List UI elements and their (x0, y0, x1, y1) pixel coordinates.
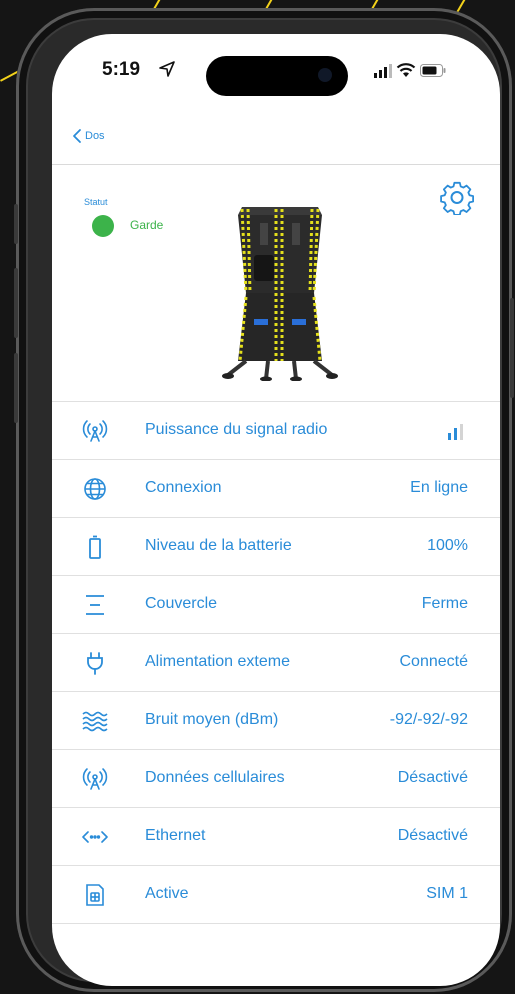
signal-strength-bars (448, 424, 463, 440)
plug-icon (82, 651, 108, 675)
globe-icon (82, 477, 108, 501)
device-header: Statut Garde (52, 165, 500, 401)
row-radio-signal: Puissance du signal radio (52, 402, 500, 460)
location-arrow-icon (159, 61, 175, 77)
row-sim: Active SIM 1 (52, 866, 500, 924)
status-list: Puissance du signal radio Connexion En l… (52, 401, 500, 924)
row-label: Couvercle (145, 595, 218, 612)
device-image (222, 207, 338, 381)
row-value: 100% (427, 537, 468, 554)
side-button (14, 204, 18, 244)
status-bar: 5:19 (52, 34, 500, 114)
waves-icon (82, 709, 108, 733)
status-text: Garde (130, 218, 164, 232)
lid-icon (82, 593, 108, 617)
row-bruit: Bruit moyen (dBm) -92/-92/-92 (52, 692, 500, 750)
side-button (14, 268, 18, 338)
cellular-signal-icon (374, 64, 392, 78)
row-value: Désactivé (397, 827, 468, 844)
row-label: Puissance du signal radio (145, 421, 328, 438)
row-value: SIM 1 (426, 885, 468, 902)
row-donnees-cellulaires: Données cellulaires Désactivé (52, 750, 500, 808)
sim-card-icon (82, 883, 108, 907)
status-indicator-dot (92, 215, 114, 237)
row-alimentation: Alimentation exteme Connecté (52, 634, 500, 692)
battery-status-icon (420, 64, 446, 77)
row-label: Données cellulaires (145, 769, 285, 786)
row-couvercle: Couvercle Ferme (52, 576, 500, 634)
row-ethernet: Ethernet Désactivé (52, 808, 500, 866)
row-battery: Niveau de la batterie 100% (52, 518, 500, 576)
row-connexion: Connexion En ligne (52, 460, 500, 518)
row-label: Active (145, 885, 189, 902)
row-label: Connexion (145, 479, 222, 496)
ethernet-icon (82, 825, 108, 849)
back-button[interactable]: Dos (72, 128, 105, 144)
statut-label: Statut (84, 197, 108, 207)
camera-icon (318, 68, 332, 82)
radio-tower-icon (82, 419, 108, 443)
phone-screen: 5:19 Dos Statut Garde Puissance du signa… (52, 34, 500, 986)
row-value: Connecté (399, 653, 469, 670)
side-button (510, 298, 514, 398)
radio-tower-icon (82, 767, 108, 791)
battery-icon (82, 535, 108, 559)
row-label: Ethernet (145, 827, 206, 844)
row-label: Niveau de la batterie (145, 537, 292, 554)
settings-gear-icon[interactable] (440, 181, 474, 215)
navigation-bar: Dos (52, 112, 500, 165)
chevron-left-icon (73, 129, 81, 143)
row-value: En ligne (410, 479, 468, 496)
wifi-icon (396, 63, 416, 77)
row-label: Alimentation exteme (145, 653, 290, 670)
back-label: Dos (85, 130, 105, 142)
side-button (14, 353, 18, 423)
row-value: Ferme (421, 595, 468, 612)
status-time: 5:19 (102, 59, 141, 80)
phone-frame: 5:19 Dos Statut Garde Puissance du signa… (14, 8, 514, 992)
row-value: Désactivé (397, 769, 468, 786)
row-label: Bruit moyen (dBm) (145, 711, 279, 728)
row-value: -92/-92/-92 (389, 711, 468, 728)
